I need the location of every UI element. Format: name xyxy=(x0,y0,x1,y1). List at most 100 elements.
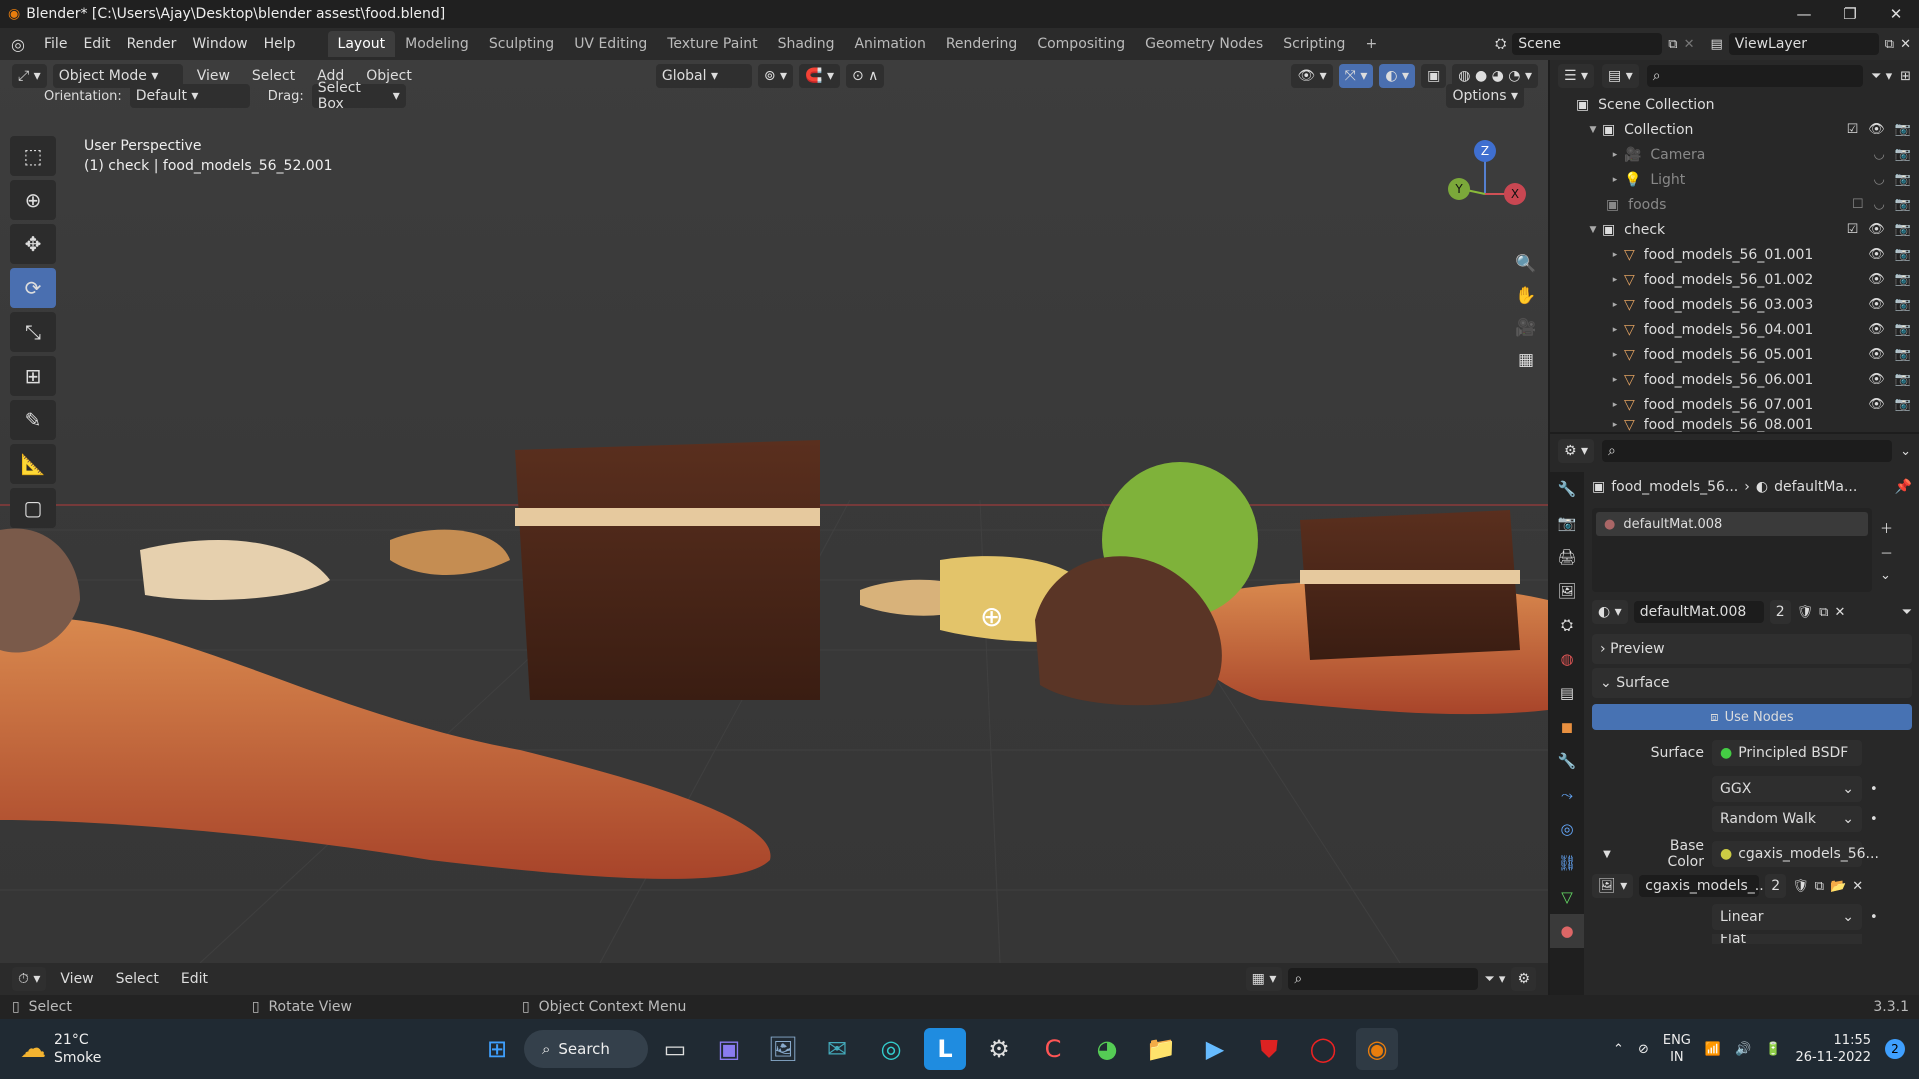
outliner-object-row[interactable]: ▸ ▽ food_models_56_01.002 👁 📷 xyxy=(1550,267,1919,292)
unlink-image-icon[interactable]: ✕ xyxy=(1852,879,1863,894)
render-tab-icon[interactable]: 📷 xyxy=(1550,506,1584,540)
outliner-object-row[interactable]: ▸ ▽ food_models_56_06.001 👁 📷 xyxy=(1550,367,1919,392)
outliner-object-row[interactable]: ▸ ▽ food_models_56_03.003 👁 📷 xyxy=(1550,292,1919,317)
material-slot-list[interactable]: ● defaultMat.008 xyxy=(1592,508,1872,592)
new-view-layer-icon[interactable]: ⧉ xyxy=(1885,37,1894,52)
file-explorer-icon[interactable]: 📁 xyxy=(1140,1028,1182,1070)
properties-editor-type-button[interactable]: ⚙ ▾ xyxy=(1558,439,1595,463)
expand-icon[interactable]: ▸ xyxy=(1606,375,1624,385)
tab-layout[interactable]: Layout xyxy=(327,31,396,57)
camera-render-icon[interactable]: 📷 xyxy=(1895,247,1911,262)
ortho-grid-icon[interactable]: ▦ xyxy=(1510,344,1542,376)
material-slot-item[interactable]: ● defaultMat.008 xyxy=(1596,512,1868,536)
modifier-tab-icon[interactable]: 🔧 xyxy=(1550,744,1584,778)
mcafee-icon[interactable]: ⛊ xyxy=(1248,1028,1290,1070)
eye-closed-icon[interactable]: ◡ xyxy=(1873,147,1884,162)
annotate-tool[interactable]: ✎ xyxy=(10,400,56,440)
pin-icon[interactable]: 📌 xyxy=(1895,479,1912,495)
particles-tab-icon[interactable]: ⤳ xyxy=(1550,778,1584,812)
distribution-selector[interactable]: GGX ⌄ xyxy=(1712,776,1862,802)
timeline-settings-icon[interactable]: ⚙ xyxy=(1511,967,1536,991)
outliner-object-row[interactable]: ▸ ▽ food_models_56_07.001 👁 📷 xyxy=(1550,392,1919,417)
scene-selector[interactable]: Scene xyxy=(1512,33,1663,55)
outliner-editor-type-button[interactable]: ☰ ▾ xyxy=(1558,64,1595,88)
options-button[interactable]: Options ▾ xyxy=(1446,84,1524,108)
output-tab-icon[interactable]: 🖨 xyxy=(1550,540,1584,574)
material-tab-icon[interactable]: ● xyxy=(1550,914,1584,948)
camera-render-icon[interactable]: 📷 xyxy=(1895,397,1911,412)
object-tab-icon[interactable]: ◼ xyxy=(1550,710,1584,744)
view-layer-selector[interactable]: ViewLayer xyxy=(1728,33,1879,55)
tab-animation[interactable]: Animation xyxy=(844,31,935,57)
c-app-icon[interactable]: C xyxy=(1032,1028,1074,1070)
mail-icon[interactable]: ✉ xyxy=(816,1028,858,1070)
eye-closed-icon[interactable]: ◡ xyxy=(1873,197,1884,212)
eye-closed-icon[interactable]: ◡ xyxy=(1873,172,1884,187)
surface-panel-header[interactable]: ⌄ Surface xyxy=(1592,668,1912,698)
3d-viewport[interactable]: ⤢ ▾ Object Mode ▾ View Select Add Object… xyxy=(0,60,1548,963)
image-name-field[interactable]: cgaxis_models_... xyxy=(1639,875,1768,897)
eye-icon[interactable]: 👁 xyxy=(1868,297,1885,312)
browse-image-button[interactable]: 🖼 ▾ xyxy=(1592,874,1634,898)
link-type-icon[interactable]: ⏷ xyxy=(1902,605,1912,620)
language-indicator[interactable]: ENG IN xyxy=(1663,1032,1691,1066)
expand-icon[interactable]: ▸ xyxy=(1606,400,1624,410)
teams-icon[interactable]: ▣ xyxy=(708,1028,750,1070)
scene-tab-icon[interactable]: ⛭ xyxy=(1550,608,1584,642)
editor-type-button[interactable]: ⤢ ▾ xyxy=(12,64,47,88)
world-tab-icon[interactable]: ◍ xyxy=(1550,642,1584,676)
wifi-icon[interactable]: 📶 xyxy=(1705,1042,1721,1057)
outliner-object-row[interactable]: ▸ ▽ food_models_56_05.001 👁 📷 xyxy=(1550,342,1919,367)
menu-file[interactable]: File xyxy=(36,28,75,60)
camera-render-icon[interactable]: 📷 xyxy=(1895,297,1911,312)
add-workspace-button[interactable]: + xyxy=(1355,31,1387,57)
collection-expand-icon[interactable]: ▼ xyxy=(1584,125,1602,135)
display-mode-button[interactable]: ▤ ▾ xyxy=(1602,64,1639,88)
eye-icon[interactable]: 👁 xyxy=(1868,247,1885,262)
tab-shading[interactable]: Shading xyxy=(768,31,845,57)
menu-edit[interactable]: Edit xyxy=(75,28,118,60)
foods-collection-row[interactable]: ▣ foods ☐ ◡ 📷 xyxy=(1550,192,1919,217)
tab-modeling[interactable]: Modeling xyxy=(395,31,479,57)
new-scene-icon[interactable]: ⧉ xyxy=(1668,37,1677,52)
camera-render-icon[interactable]: 📷 xyxy=(1895,122,1911,137)
constraints-tab-icon[interactable]: ⛓ xyxy=(1550,846,1584,880)
remove-view-layer-icon[interactable]: ✕ xyxy=(1900,37,1911,52)
gizmo-y-axis[interactable]: Y xyxy=(1448,178,1470,200)
maximize-button[interactable]: ❐ xyxy=(1827,0,1873,28)
scale-tool[interactable]: ⤡ xyxy=(10,312,56,352)
expand-icon[interactable]: ▸ xyxy=(1606,325,1624,335)
add-cube-tool[interactable]: ▢ xyxy=(10,488,56,528)
edge-icon[interactable]: ◎ xyxy=(870,1028,912,1070)
camera-render-icon[interactable]: 📷 xyxy=(1895,197,1911,212)
eye-icon[interactable]: 👁 xyxy=(1868,272,1885,287)
checkbox-empty-icon[interactable]: ☐ xyxy=(1852,197,1864,212)
use-nodes-button[interactable]: ⧈ Use Nodes xyxy=(1592,704,1912,730)
fake-user-icon[interactable]: 🛡 xyxy=(1797,605,1814,620)
camera-render-icon[interactable]: 📷 xyxy=(1895,147,1911,162)
expand-icon[interactable]: ▸ xyxy=(1606,350,1624,360)
taskbar-search[interactable]: ⌕ Search xyxy=(524,1030,648,1068)
interpolation-selector[interactable]: Linear ⌄ xyxy=(1712,904,1862,930)
camera-render-icon[interactable]: 📷 xyxy=(1895,172,1911,187)
drag-selector[interactable]: Select Box ▾ xyxy=(311,80,406,112)
cursor-tool[interactable]: ⊕ xyxy=(10,180,56,220)
pan-hand-icon[interactable]: ✋ xyxy=(1510,280,1542,312)
start-icon[interactable]: ⊞ xyxy=(476,1028,518,1070)
clock[interactable]: 11:55 26-11-2022 xyxy=(1795,1032,1871,1066)
outliner-search-input[interactable]: ⌕ xyxy=(1646,65,1864,87)
photos-icon[interactable]: 🖼 xyxy=(762,1028,804,1070)
timeline-menu-view[interactable]: View xyxy=(52,963,101,995)
rotate-tool[interactable]: ⟳ xyxy=(10,268,56,308)
subsurface-method-selector[interactable]: Random Walk ⌄ xyxy=(1712,806,1862,832)
physics-tab-icon[interactable]: ◎ xyxy=(1550,812,1584,846)
eye-icon[interactable]: 👁 xyxy=(1868,222,1885,237)
view-layer-tab-icon[interactable]: 🖼 xyxy=(1550,574,1584,608)
fake-user-icon[interactable]: 🛡 xyxy=(1792,879,1809,894)
base-color-selector[interactable]: ● cgaxis_models_56... xyxy=(1712,841,1879,867)
scene-collection-row[interactable]: ▣ Scene Collection xyxy=(1550,92,1919,117)
light-row[interactable]: ▸ 💡 Light ◡ 📷 xyxy=(1550,167,1919,192)
select-box-tool[interactable]: ⬚ xyxy=(10,136,56,176)
data-tab-icon[interactable]: ▽ xyxy=(1550,880,1584,914)
image-users-count[interactable]: 2 xyxy=(1765,874,1787,898)
